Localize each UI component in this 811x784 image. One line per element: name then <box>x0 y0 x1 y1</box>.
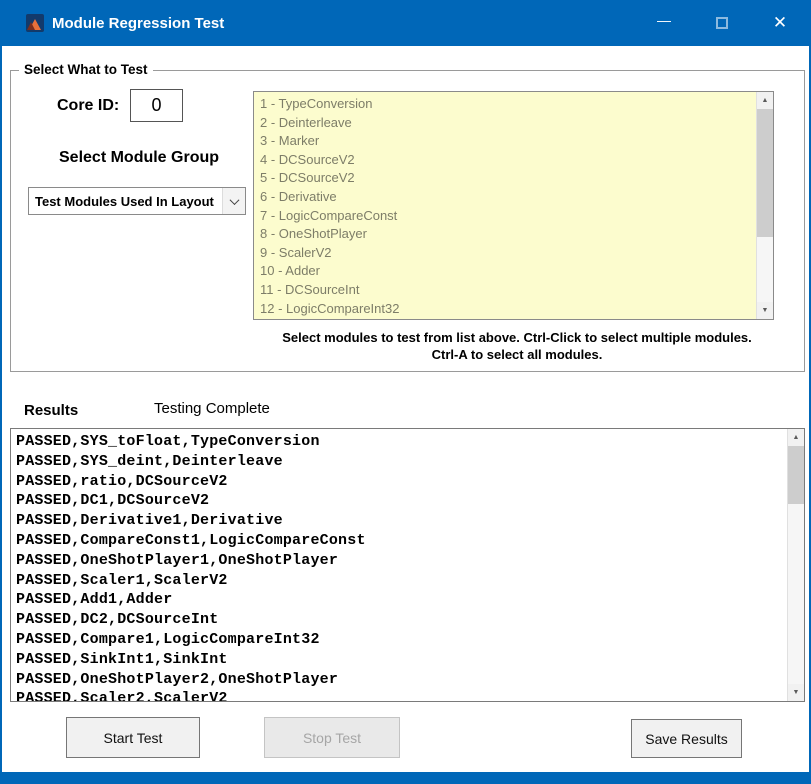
select-what-to-test-panel: Select What to Test Core ID: Select Modu… <box>10 70 805 372</box>
result-line: PASSED,Derivative1,Derivative <box>16 511 787 531</box>
titlebar: Module Regression Test — ✕ <box>2 0 809 46</box>
panel-legend: Select What to Test <box>19 62 153 77</box>
scrollbar-track[interactable] <box>788 446 804 684</box>
module-list-item[interactable]: 2 - Deinterleave <box>260 114 756 133</box>
module-list-item[interactable]: 8 - OneShotPlayer <box>260 225 756 244</box>
result-line: PASSED,Compare1,LogicCompareInt32 <box>16 630 787 650</box>
module-list-item[interactable]: 5 - DCSourceV2 <box>260 169 756 188</box>
module-list-item[interactable]: 6 - Derivative <box>260 188 756 207</box>
scroll-down-icon[interactable]: ▼ <box>788 684 804 701</box>
maximize-button[interactable] <box>693 0 751 46</box>
window-bottom-border <box>2 772 809 784</box>
result-line: PASSED,Scaler2,ScalerV2 <box>16 689 787 701</box>
module-listbox[interactable]: 1 - TypeConversion2 - Deinterleave3 - Ma… <box>253 91 774 320</box>
module-list-item[interactable]: 11 - DCSourceInt <box>260 281 756 300</box>
module-group-label: Select Module Group <box>59 149 219 167</box>
testing-status: Testing Complete <box>154 400 270 417</box>
result-line: PASSED,DC2,DCSourceInt <box>16 610 787 630</box>
help-line-1: Select modules to test from list above. … <box>251 329 783 346</box>
help-line-2: Ctrl-A to select all modules. <box>251 346 783 363</box>
module-list-item[interactable]: 1 - TypeConversion <box>260 95 756 114</box>
results-lines: PASSED,SYS_toFloat,TypeConversionPASSED,… <box>11 429 787 701</box>
result-line: PASSED,DC1,DCSourceV2 <box>16 491 787 511</box>
result-line: PASSED,Scaler1,ScalerV2 <box>16 571 787 591</box>
close-button[interactable]: ✕ <box>751 0 809 46</box>
close-icon: ✕ <box>773 13 787 33</box>
module-list-item[interactable]: 10 - Adder <box>260 262 756 281</box>
chevron-down-icon <box>229 195 239 205</box>
result-line: PASSED,SinkInt1,SinkInt <box>16 650 787 670</box>
window-controls: — ✕ <box>635 0 809 46</box>
scroll-up-icon[interactable]: ▲ <box>788 429 804 446</box>
stop-test-button: Stop Test <box>264 717 400 758</box>
start-test-button[interactable]: Start Test <box>66 717 200 758</box>
scrollbar-track[interactable] <box>757 109 773 302</box>
core-id-label: Core ID: <box>57 97 119 115</box>
result-line: PASSED,ratio,DCSourceV2 <box>16 472 787 492</box>
module-list: 1 - TypeConversion2 - Deinterleave3 - Ma… <box>254 92 756 319</box>
result-line: PASSED,SYS_toFloat,TypeConversion <box>16 432 787 452</box>
minimize-icon: — <box>657 12 671 28</box>
module-group-dropdown[interactable]: Test Modules Used In Layout <box>28 187 246 215</box>
result-line: PASSED,OneShotPlayer2,OneShotPlayer <box>16 670 787 690</box>
results-scrollbar[interactable]: ▲ ▼ <box>787 429 804 701</box>
result-line: PASSED,CompareConst1,LogicCompareConst <box>16 531 787 551</box>
module-selection-help: Select modules to test from list above. … <box>251 329 783 363</box>
result-line: PASSED,SYS_deint,Deinterleave <box>16 452 787 472</box>
matlab-icon <box>26 14 44 32</box>
minimize-button[interactable]: — <box>635 0 693 46</box>
scrollbar-thumb[interactable] <box>757 109 773 237</box>
result-line: PASSED,OneShotPlayer1,OneShotPlayer <box>16 551 787 571</box>
scroll-down-icon[interactable]: ▼ <box>757 302 773 319</box>
module-list-item[interactable]: 7 - LogicCompareConst <box>260 207 756 226</box>
core-id-input[interactable] <box>130 89 183 122</box>
module-list-item[interactable]: 3 - Marker <box>260 132 756 151</box>
save-results-button[interactable]: Save Results <box>631 719 742 758</box>
module-list-item[interactable]: 9 - ScalerV2 <box>260 244 756 263</box>
result-line: PASSED,Add1,Adder <box>16 590 787 610</box>
scrollbar-thumb[interactable] <box>788 446 804 504</box>
results-listbox[interactable]: PASSED,SYS_toFloat,TypeConversionPASSED,… <box>10 428 805 702</box>
window-title: Module Regression Test <box>52 15 224 32</box>
module-list-item[interactable]: 4 - DCSourceV2 <box>260 151 756 170</box>
dropdown-arrow-zone[interactable] <box>222 188 245 214</box>
maximize-icon <box>716 17 728 29</box>
module-list-item[interactable]: 12 - LogicCompareInt32 <box>260 300 756 319</box>
module-group-selected-value: Test Modules Used In Layout <box>29 188 222 214</box>
app-window: Module Regression Test — ✕ Select What t… <box>0 0 811 784</box>
scroll-up-icon[interactable]: ▲ <box>757 92 773 109</box>
results-label: Results <box>24 402 78 419</box>
module-list-scrollbar[interactable]: ▲ ▼ <box>756 92 773 319</box>
